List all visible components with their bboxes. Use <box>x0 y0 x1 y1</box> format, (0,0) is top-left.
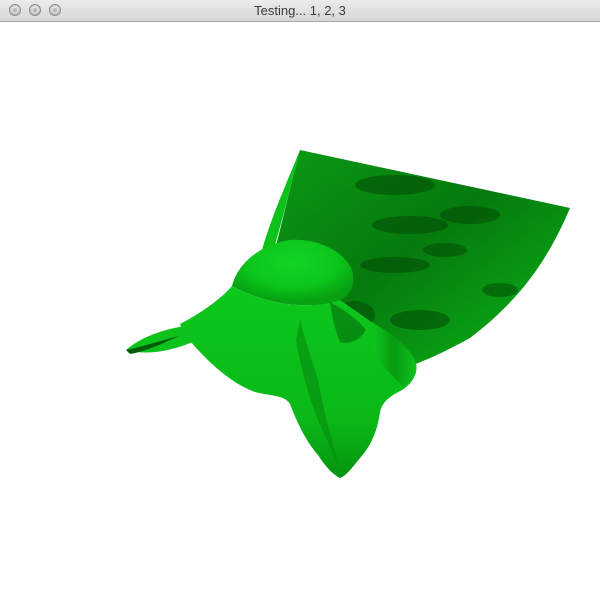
render-canvas[interactable] <box>0 22 600 600</box>
app-window: Testing... 1, 2, 3 <box>0 0 600 600</box>
cloth-render <box>126 150 570 478</box>
